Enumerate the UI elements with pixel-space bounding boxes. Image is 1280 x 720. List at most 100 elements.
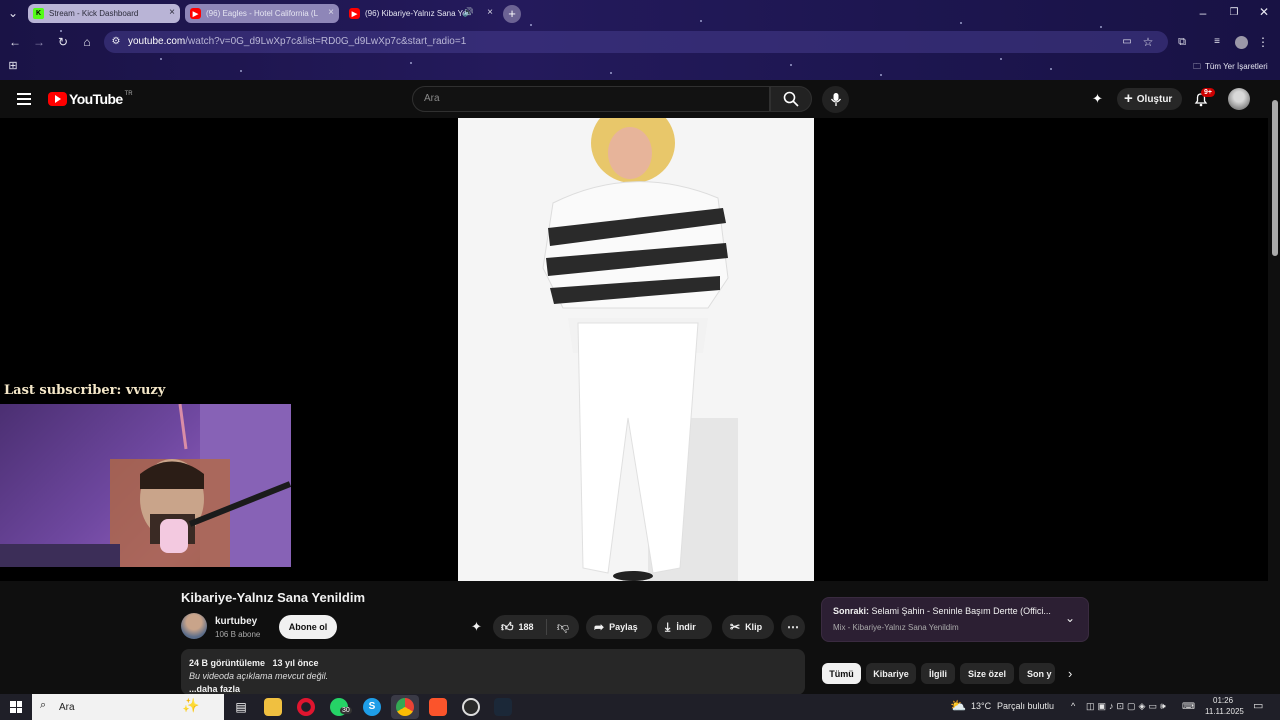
site-info-icon[interactable]: ⚙ bbox=[110, 35, 122, 49]
tab-eagles[interactable]: ▶ (96) Eagles - Hotel California (L × bbox=[185, 4, 339, 23]
tray-chevron-icon[interactable]: ^ bbox=[1071, 701, 1075, 711]
like-button[interactable]: 👍︎ 188 bbox=[493, 615, 545, 639]
chip-related[interactable]: İlgili bbox=[921, 663, 955, 684]
scissors-icon: ✂ bbox=[730, 620, 741, 634]
chip-kibariye[interactable]: Kibariye bbox=[866, 663, 916, 684]
extensions-icon[interactable]: ⧉ bbox=[1175, 35, 1189, 49]
chip-recent[interactable]: Son y bbox=[1019, 663, 1055, 684]
account-avatar[interactable] bbox=[1228, 88, 1250, 110]
tab-title: Stream - Kick Dashboard bbox=[49, 9, 139, 18]
close-tab-icon[interactable]: × bbox=[487, 7, 493, 18]
description-box[interactable]: 24 B görüntüleme 13 yıl önce Bu videoda … bbox=[181, 649, 805, 695]
minimize-icon[interactable]: – bbox=[1196, 6, 1210, 20]
new-tab-button[interactable]: + bbox=[503, 5, 521, 23]
search-icon: ⌕ bbox=[40, 699, 47, 711]
folder-icon: 🗀 bbox=[1193, 62, 1201, 71]
search-placeholder: Ara bbox=[424, 93, 440, 104]
video-thumbnail-image bbox=[458, 118, 814, 581]
description-text: Bu videoda açıklama mevcut değil. bbox=[189, 671, 329, 681]
scrollbar-thumb[interactable] bbox=[1272, 100, 1278, 256]
youtube-logo-text: YouTube bbox=[69, 91, 123, 107]
tray-icons[interactable]: ◫▣♪⊡▢◈▭🕪 bbox=[1086, 701, 1169, 712]
forward-icon[interactable]: → bbox=[32, 35, 46, 49]
brave-icon[interactable] bbox=[429, 698, 447, 716]
voice-search-button[interactable] bbox=[822, 86, 849, 113]
clock-time[interactable]: 01:26 bbox=[1213, 696, 1233, 705]
expand-chevron-icon[interactable]: ⌄ bbox=[1065, 611, 1075, 625]
keyboard-icon[interactable]: ⌨ bbox=[1182, 701, 1195, 712]
webcam-overlay bbox=[0, 404, 291, 567]
clock-date[interactable]: 11.11.2025 bbox=[1205, 707, 1244, 716]
up-next-subtitle: Mix - Kibariye-Yalnız Sana Yenildim bbox=[833, 623, 959, 632]
search-input[interactable]: Ara bbox=[412, 86, 770, 112]
download-icon: ⤓ bbox=[665, 619, 671, 634]
share-button[interactable]: ➦ Paylaş bbox=[586, 615, 652, 639]
chip-all[interactable]: Tümü bbox=[822, 663, 861, 684]
opera-icon[interactable] bbox=[297, 698, 315, 716]
dislike-button[interactable]: 👎︎ bbox=[548, 615, 578, 639]
youtube-logo[interactable]: YouTube TR bbox=[48, 91, 133, 107]
video-frame[interactable] bbox=[458, 118, 814, 581]
tab-kibariye[interactable]: ▶ (96) Kibariye-Yalnız Sana Ye 🔊 × bbox=[344, 4, 498, 23]
youtube-icon: ▶ bbox=[349, 8, 360, 19]
bookmarks-folder[interactable]: 🗀 Tüm Yer İşaretleri bbox=[1193, 61, 1268, 75]
tab-list-chevron-icon[interactable]: ⌄ bbox=[6, 6, 20, 20]
create-button[interactable]: + Oluştur bbox=[1117, 88, 1182, 110]
url-text[interactable]: youtube.com/watch?v=0G_d9LwXp7c&list=RD0… bbox=[128, 36, 466, 47]
premium-sparkle-icon[interactable]: ✦ bbox=[1092, 91, 1103, 107]
search-button[interactable] bbox=[770, 86, 812, 112]
cast-icon[interactable]: ▭ bbox=[1120, 35, 1134, 49]
kick-icon: K bbox=[33, 8, 44, 19]
taskbar-search[interactable]: ⌕ Ara ✨ bbox=[32, 694, 224, 720]
plus-icon: + bbox=[1124, 90, 1133, 107]
download-button[interactable]: ⤓ İndir bbox=[657, 615, 712, 639]
search-icon bbox=[783, 91, 799, 107]
last-subscriber-overlay: Last subscriber: vvuzy bbox=[4, 383, 166, 398]
close-tab-icon[interactable]: × bbox=[328, 7, 334, 18]
bookmark-star-icon[interactable]: ☆ bbox=[1141, 35, 1155, 49]
taskbar-search-placeholder: Ara bbox=[59, 702, 75, 713]
tab-kick-dashboard[interactable]: K Stream - Kick Dashboard × bbox=[28, 4, 180, 23]
steam-icon[interactable] bbox=[494, 698, 512, 716]
whatsapp-icon[interactable]: 30 bbox=[330, 698, 352, 716]
notifications-button[interactable]: 9+ bbox=[1193, 88, 1215, 107]
weather-temp[interactable]: 13°C bbox=[971, 701, 991, 711]
more-actions-button[interactable]: ⋯ bbox=[781, 615, 805, 639]
whatsapp-badge: 30 bbox=[340, 707, 352, 714]
channel-name[interactable]: kurtubey bbox=[215, 616, 257, 627]
subscribe-button[interactable]: Abone ol bbox=[279, 615, 337, 639]
reload-icon[interactable]: ↻ bbox=[56, 35, 70, 49]
back-icon[interactable]: ← bbox=[8, 35, 22, 49]
chrome-icon[interactable] bbox=[396, 698, 414, 716]
channel-avatar[interactable] bbox=[181, 613, 207, 639]
close-tab-icon[interactable]: × bbox=[169, 7, 175, 18]
profile-avatar[interactable] bbox=[1235, 36, 1248, 49]
notification-center-icon[interactable]: ▭ bbox=[1253, 699, 1263, 712]
clip-button[interactable]: ✂ Klip bbox=[722, 615, 774, 639]
chips-next-chevron-icon[interactable]: › bbox=[1068, 666, 1072, 681]
maximize-icon[interactable]: ❐ bbox=[1227, 6, 1241, 20]
upload-age: 13 yıl önce bbox=[272, 658, 319, 668]
reading-list-icon[interactable]: ≡ bbox=[1210, 35, 1224, 49]
youtube-play-icon bbox=[48, 92, 67, 106]
close-window-icon[interactable]: ✕ bbox=[1257, 5, 1271, 19]
up-next-card[interactable]: Sonraki: Selami Şahin - Seninle Başım De… bbox=[821, 597, 1089, 642]
search-highlight-icon: ✨ bbox=[182, 697, 200, 713]
create-label: Oluştur bbox=[1136, 93, 1173, 105]
up-next-title: Selami Şahin - Seninle Başım Dertte (Off… bbox=[871, 606, 1051, 616]
hamburger-menu-icon[interactable] bbox=[17, 93, 31, 105]
sparkle-ask-icon[interactable]: ✦ bbox=[471, 619, 482, 635]
chip-for-you[interactable]: Size özel bbox=[960, 663, 1014, 684]
windows-start-icon[interactable] bbox=[10, 701, 22, 713]
weather-text[interactable]: Parçalı bulutlu bbox=[997, 701, 1054, 711]
menu-kebab-icon[interactable]: ⋮ bbox=[1257, 35, 1269, 49]
microphone-icon bbox=[830, 93, 842, 106]
task-view-icon[interactable]: ▤ bbox=[232, 698, 250, 716]
home-icon[interactable]: ⌂ bbox=[80, 35, 94, 49]
audio-playing-icon[interactable]: 🔊 bbox=[463, 7, 474, 18]
show-more-link[interactable]: ...daha fazla bbox=[189, 684, 240, 694]
obs-icon[interactable] bbox=[462, 698, 480, 716]
file-explorer-icon[interactable] bbox=[264, 698, 282, 716]
apps-grid-icon[interactable]: ⊞ bbox=[6, 59, 20, 73]
skype-icon[interactable]: S bbox=[363, 698, 381, 716]
